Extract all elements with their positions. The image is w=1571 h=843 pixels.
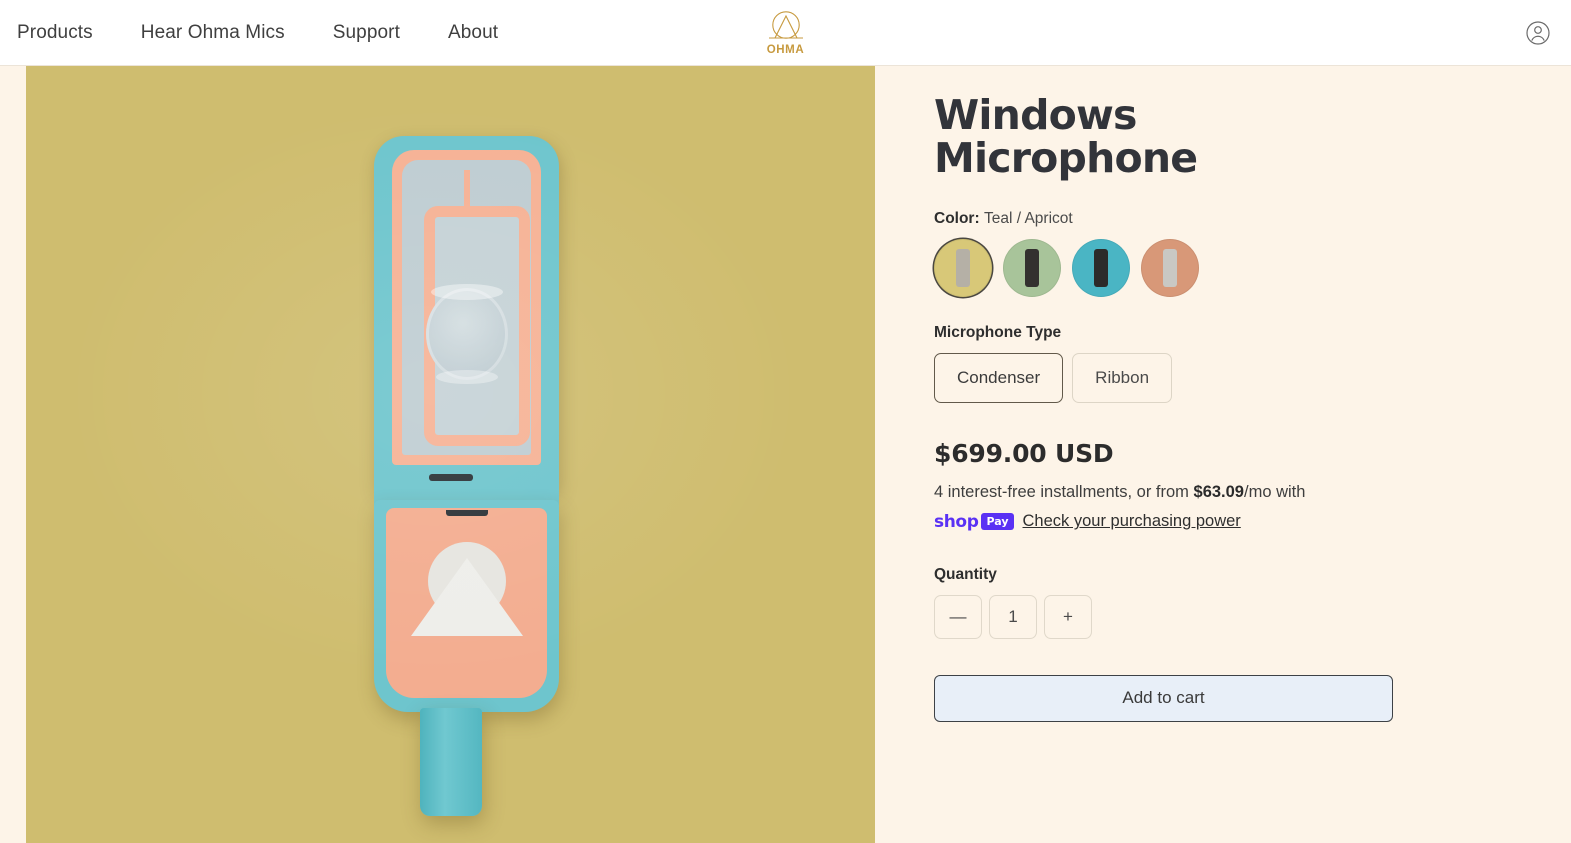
logo-wordmark: OHMA — [766, 43, 805, 56]
mic-body — [374, 500, 559, 712]
nav-item-about[interactable]: About — [444, 16, 502, 50]
nav-item-products[interactable]: Products — [13, 16, 97, 50]
mic-body-face — [386, 508, 547, 698]
check-purchasing-power-link[interactable]: Check your purchasing power — [1023, 512, 1241, 531]
product-page: Products Hear Ohma Mics Support About OH… — [0, 0, 1571, 843]
add-to-cart-button[interactable]: Add to cart — [934, 674, 1393, 722]
shop-pay-word: shop — [934, 511, 979, 532]
mic-head-frame — [392, 150, 541, 465]
product-info-panel: Windows Microphone Color: Teal / Apricot… — [934, 66, 1494, 722]
installments-suffix: /mo with — [1243, 482, 1306, 501]
color-swatch-list — [934, 238, 1494, 297]
mic-head — [374, 136, 559, 491]
color-swatch-mustard[interactable] — [934, 238, 992, 297]
quantity-stepper: — 1 + — [934, 594, 1494, 639]
type-option-ribbon[interactable]: Ribbon — [1072, 352, 1173, 403]
shop-pay-logo: shop Pay — [934, 512, 1014, 532]
swatch-mic-thumb — [956, 248, 970, 287]
swatch-mic-thumb — [1025, 248, 1039, 287]
nav-item-support[interactable]: Support — [329, 16, 404, 50]
color-swatch-sage[interactable] — [1003, 238, 1061, 297]
microphone-type-options: Condenser Ribbon — [934, 352, 1494, 403]
microphone-type-label: Microphone Type — [934, 323, 1062, 341]
nav-item-hear-ohma-mics[interactable]: Hear Ohma Mics — [137, 16, 289, 50]
quantity-label: Quantity — [934, 565, 997, 583]
mic-head-notch — [429, 474, 473, 481]
mic-mesh-outer — [402, 160, 531, 455]
page-title: Windows Microphone — [934, 91, 1198, 183]
site-header: Products Hear Ohma Mics Support About OH… — [0, 0, 1571, 66]
color-swatch-apricot[interactable] — [1141, 238, 1199, 297]
swatch-mic-thumb — [1163, 248, 1177, 287]
color-option-label: Color: Teal / Apricot — [934, 210, 1494, 228]
installments-amount: $63.09 — [1193, 482, 1244, 501]
mic-grille-bar — [464, 170, 470, 206]
quantity-input[interactable]: 1 — [989, 594, 1037, 639]
installments-prefix: 4 interest-free installments, or from — [934, 482, 1194, 501]
quantity-increase-button[interactable]: + — [1044, 594, 1092, 639]
quantity-decrease-button[interactable]: — — [934, 594, 982, 639]
mic-body-notch — [445, 510, 488, 516]
type-option-condenser[interactable]: Condenser — [934, 352, 1064, 403]
mic-stem — [420, 708, 482, 816]
account-person-circle-icon — [1526, 20, 1550, 45]
site-logo[interactable]: OHMA — [754, 7, 818, 59]
mic-logo-mountain — [410, 558, 523, 636]
product-image-microphone — [351, 136, 559, 843]
mic-capsule — [425, 288, 508, 380]
installments-text: 4 interest-free installments, or from $6… — [934, 480, 1494, 505]
product-image-gallery[interactable] — [26, 66, 875, 843]
color-value-text: Teal / Apricot — [983, 209, 1073, 227]
ohma-mountain-circle-icon — [768, 11, 803, 39]
color-swatch-teal[interactable] — [1072, 238, 1130, 297]
color-label-text: Color: — [934, 209, 980, 227]
shop-pay-row: shop Pay Check your purchasing power — [934, 512, 1494, 532]
swatch-mic-thumb — [1094, 248, 1108, 287]
product-price: $699.00 USD — [934, 438, 1114, 468]
main-navigation: Products Hear Ohma Mics Support About — [13, 16, 502, 50]
shop-pay-pill: Pay — [981, 513, 1014, 531]
account-button[interactable] — [1523, 18, 1553, 48]
